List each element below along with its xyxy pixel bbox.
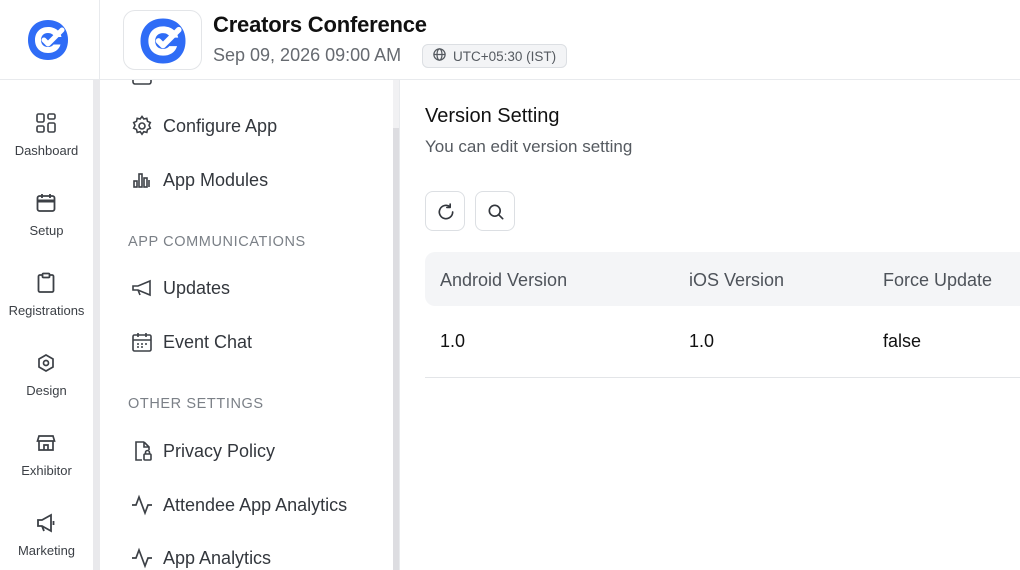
rail-item-label: Dashboard	[14, 143, 79, 158]
menu-item-label: Updates	[163, 277, 231, 298]
menu-item-label: Event Chat	[163, 331, 253, 352]
bar-chart-icon	[130, 168, 154, 192]
timezone-label: UTC+05:30 (IST)	[453, 48, 557, 64]
rail-item-label: Registrations	[8, 303, 85, 318]
menu-item-app-analytics[interactable]: App Analytics	[130, 543, 271, 570]
event-header: Creators Conference Sep 09, 2026 09:00 A…	[100, 0, 1020, 80]
menu-item-label: Configure App	[163, 115, 278, 136]
version-setting-panel: Version Setting You can edit version set…	[401, 80, 1020, 570]
rail-item-label: Marketing	[17, 543, 76, 558]
cell-force-update: false	[883, 331, 922, 351]
clipboard-icon	[34, 271, 58, 295]
cell-ios-version: 1.0	[689, 331, 715, 351]
section-app-communications: APP COMMUNICATIONS	[128, 234, 306, 250]
app-logo[interactable]	[24, 16, 72, 64]
menu-item-label: Privacy Policy	[163, 440, 276, 461]
rail-item-registrations[interactable]: Registrations	[0, 271, 93, 341]
calendar-icon	[130, 330, 154, 354]
event-datetime: Sep 09, 2026 09:00 AM	[213, 45, 402, 65]
timezone-badge: UTC+05:30 (IST)	[422, 44, 568, 68]
dashboard-icon	[34, 111, 58, 135]
menu-item-label: App Analytics	[163, 547, 272, 568]
menu-item-partial[interactable]	[130, 80, 163, 91]
gear-icon	[130, 114, 154, 138]
page-subtitle: You can edit version setting	[425, 137, 633, 156]
rail-item-dashboard[interactable]: Dashboard	[0, 111, 93, 181]
rail-item-label: Design	[26, 383, 67, 398]
table-row[interactable]: 1.0 1.0 false	[425, 306, 1020, 378]
menu-item-icon	[130, 80, 154, 88]
column-header-android-version[interactable]: Android Version	[440, 270, 567, 291]
menu-item-label: Attendee App Analytics	[163, 494, 348, 515]
menu-item-updates[interactable]: Updates	[130, 273, 230, 303]
rail-item-label: Exhibitor	[21, 463, 72, 478]
rail-divider	[0, 79, 100, 80]
rail-item-exhibitor[interactable]: Exhibitor	[0, 431, 93, 501]
activity-icon	[130, 493, 154, 517]
rail-item-design[interactable]: Design	[0, 351, 93, 421]
event-logo	[123, 10, 202, 70]
cell-android-version: 1.0	[440, 331, 466, 351]
store-icon	[34, 431, 58, 455]
megaphone-icon	[130, 276, 154, 300]
menu-item-label: App Modules	[163, 169, 269, 190]
rail-scrollbar[interactable]	[93, 80, 100, 570]
megaphone-icon	[34, 511, 58, 535]
search-button[interactable]	[475, 191, 515, 231]
rail-item-marketing[interactable]: Marketing	[0, 511, 93, 570]
calendar-icon	[34, 191, 58, 215]
file-lock-icon	[130, 439, 154, 463]
menu-scrollbar-thumb[interactable]	[393, 128, 399, 570]
icon-rail: Dashboard Setup Registrations Design Exh…	[0, 0, 100, 570]
globe-icon	[432, 47, 447, 65]
column-header-force-update[interactable]: Force Update	[883, 270, 992, 291]
menu-item-app-modules[interactable]: App Modules	[130, 165, 268, 195]
column-header-ios-version[interactable]: iOS Version	[689, 270, 784, 291]
version-table: Android Version iOS Version Force Update…	[425, 252, 1020, 378]
menu-item-privacy-policy[interactable]: Privacy Policy	[130, 436, 275, 466]
rail-item-label: Setup	[29, 223, 64, 238]
rail-item-setup[interactable]: Setup	[0, 191, 93, 261]
page-title: Version Setting	[425, 105, 560, 127]
menu-item-attendee-app-analytics[interactable]: Attendee App Analytics	[130, 490, 347, 520]
event-title: Creators Conference	[213, 12, 427, 37]
section-other-settings: OTHER SETTINGS	[128, 396, 264, 412]
activity-icon	[130, 546, 154, 570]
settings-menu: Configure App App Modules APP COMMUNICAT…	[100, 80, 400, 570]
refresh-button[interactable]	[425, 191, 465, 231]
menu-item-configure-app[interactable]: Configure App	[130, 111, 277, 141]
table-header: Android Version iOS Version Force Update	[425, 252, 1020, 306]
design-icon	[34, 351, 58, 375]
menu-item-event-chat[interactable]: Event Chat	[130, 327, 252, 357]
